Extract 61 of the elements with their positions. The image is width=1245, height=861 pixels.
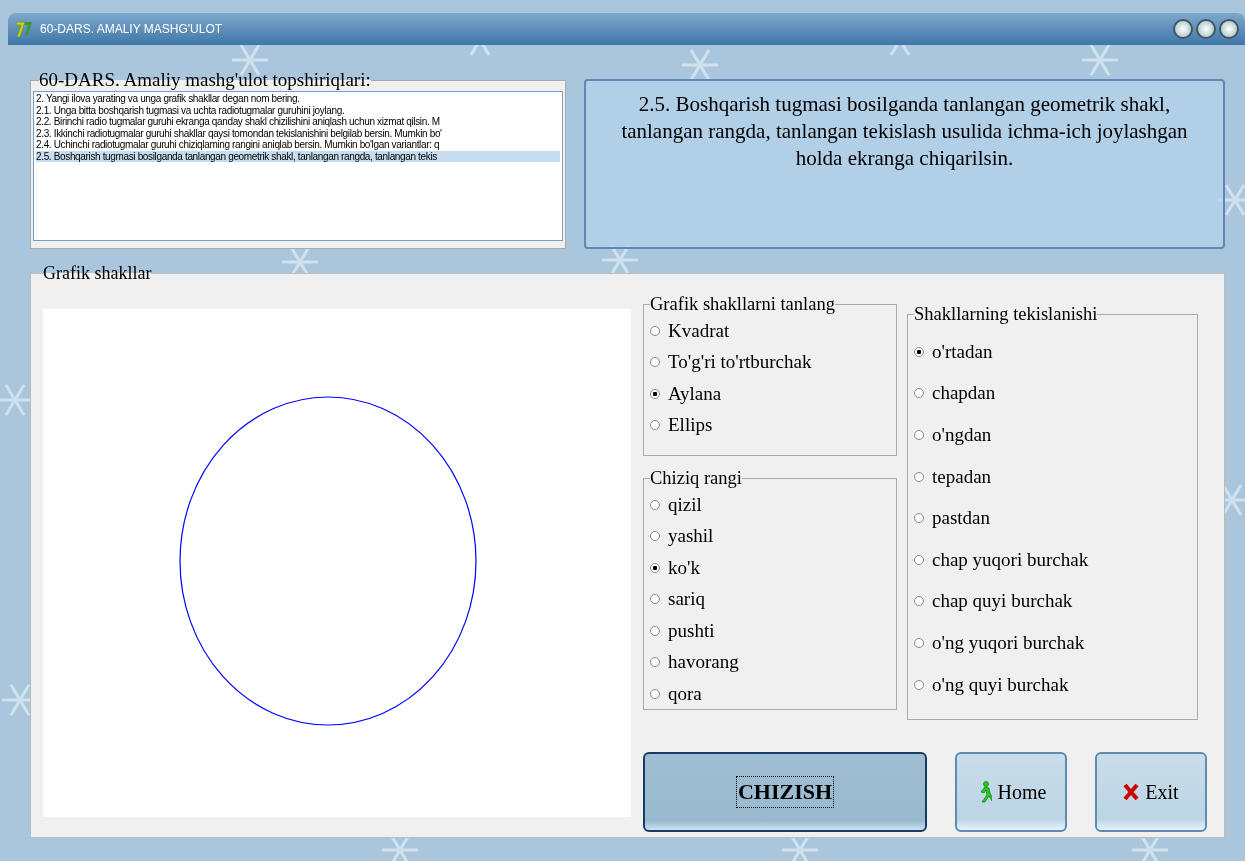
radio-button[interactable]: [650, 420, 660, 431]
option-label: ko'k: [668, 556, 700, 579]
option-label: qora: [668, 682, 702, 705]
radio-button[interactable]: [914, 346, 924, 357]
option-label: o'ng quyi burchak: [932, 673, 1069, 696]
draw-button[interactable]: CHIZISH: [643, 752, 927, 832]
task-item[interactable]: 2.3. Ikkinchi radiotugmalar guruhi shakllar qaysi tomondan tekislanishini belgilab bersin. Mumkin bo': [36, 127, 560, 139]
radio-button[interactable]: [914, 513, 924, 524]
radio-button[interactable]: [650, 657, 660, 668]
option-label: Aylana: [668, 382, 722, 405]
option-label: Ellips: [668, 414, 713, 437]
radio-button[interactable]: [914, 388, 924, 399]
group-title: Chiziq rangi: [650, 468, 742, 489]
group-title: Grafik shakllar: [43, 263, 152, 284]
radio-button[interactable]: [914, 430, 924, 440]
home-button[interactable]: Home: [955, 752, 1067, 832]
radio-button[interactable]: [914, 596, 924, 607]
option-label: chap quyi burchak: [932, 590, 1073, 613]
option-label: pushti: [668, 619, 715, 642]
radio-button[interactable]: [914, 637, 924, 648]
option-label: tepadan: [932, 465, 992, 488]
task-item[interactable]: 2. Yangi ilova yarating va unga grafik shakllar degan nom bering.: [36, 93, 560, 105]
group-title: Grafik shakllarni tanlang: [650, 294, 835, 315]
option-label: chapdan: [932, 382, 996, 405]
option-label: o'ngdan: [932, 424, 992, 446]
task-text: 2.5. Boshqarish tugmasi bosilganda tanlangan geometrik shakl, tanlangan rangda, tanlangan tekislash usulida ichma-ich joylashgan holda ekranga chiqarilsin.: [620, 91, 1189, 172]
task-item[interactable]: 2.1. Unga bitta boshqarish tugmasi va uchta radiotugmalar guruhini joylang.: [36, 104, 560, 116]
task-item[interactable]: 2.2. Birinchi radio tugmalar guruhi ekranga qanday shakl chizilishini aniqlash uchun xizmat qilsin. M: [36, 116, 560, 128]
cross-icon: [1123, 783, 1140, 801]
radio-button[interactable]: [650, 688, 660, 699]
exit-button[interactable]: Exit: [1095, 752, 1207, 832]
close-button[interactable]: [1219, 19, 1239, 39]
radio-button[interactable]: [650, 499, 660, 510]
radio-button[interactable]: [650, 357, 660, 368]
group-title: 60-DARS. Amaliy mashg'ulot topshiriqlari:: [39, 69, 371, 91]
app-icon: [14, 19, 34, 39]
group-title: Shakllarning tekislanishi: [914, 304, 1098, 325]
radio-button[interactable]: [650, 625, 660, 636]
radio-button[interactable]: [650, 531, 660, 542]
option-label: To'g'ri to'rtburchak: [668, 351, 812, 374]
radio-button[interactable]: [914, 471, 924, 482]
radio-button[interactable]: [650, 562, 660, 573]
option-label: chap yuqori burchak: [932, 548, 1089, 571]
minimize-button[interactable]: [1173, 19, 1193, 39]
option-label: pastdan: [932, 507, 991, 530]
window-title: 60-DARS. AMALIY MASHG'ULOT: [40, 22, 223, 36]
option-label: sariq: [668, 588, 705, 611]
option-label: o'ng yuqori burchak: [932, 631, 1085, 654]
option-label: o'rtadan: [932, 340, 993, 363]
option-label: Kvadrat: [668, 319, 730, 342]
option-label: havorang: [668, 651, 739, 674]
task-item[interactable]: 2.4. Uchinchi radiotugmalar guruhi chiziqlaming rangini aniqlab bersin. Mumkin bo'lgan variantlar: q: [36, 139, 560, 151]
task-item[interactable]: 2.5. Boshqarish tugmasi bosilganda tanlangan geometrik shakl, tanlangan rangda, tanlangan tekis: [36, 150, 560, 162]
radio-button[interactable]: [914, 679, 924, 690]
radio-button[interactable]: [650, 325, 660, 336]
option-label: yashil: [668, 525, 714, 548]
option-label: qizil: [668, 493, 702, 516]
maximize-button[interactable]: [1196, 19, 1216, 39]
radio-button[interactable]: [650, 594, 660, 605]
radio-button[interactable]: [914, 554, 924, 565]
radio-button[interactable]: [650, 388, 660, 399]
